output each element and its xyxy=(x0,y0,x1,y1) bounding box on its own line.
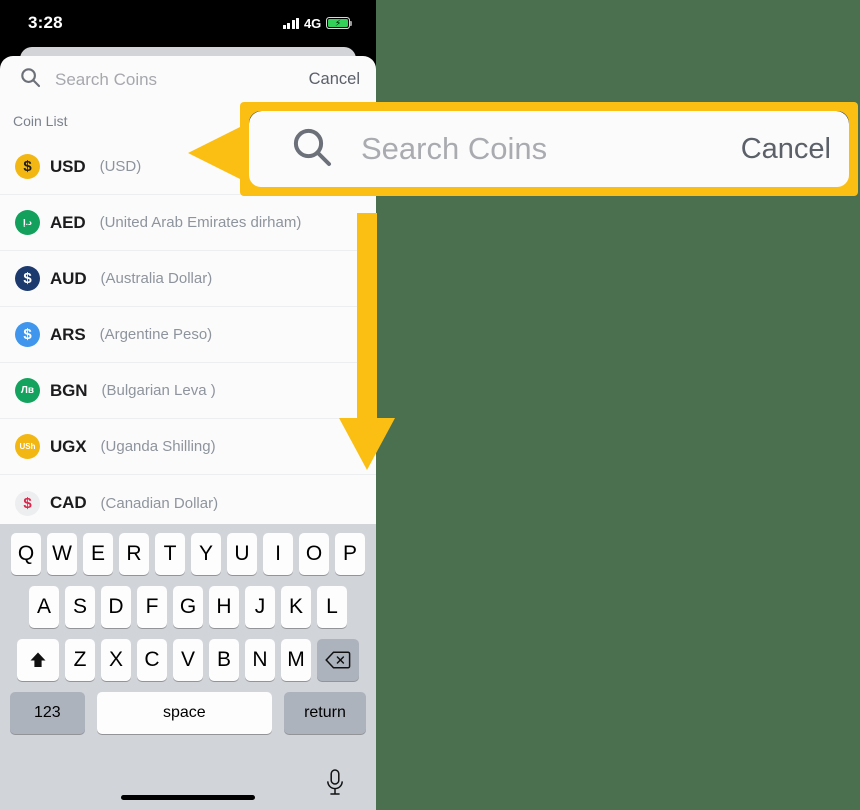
coin-name: (Uganda Shilling) xyxy=(100,438,216,455)
key-j[interactable]: J xyxy=(245,586,275,628)
coin-ticker: AUD xyxy=(50,268,87,288)
coin-symbol: USh xyxy=(19,441,36,451)
key-x[interactable]: X xyxy=(101,639,131,681)
coin-symbol: Лв xyxy=(20,384,35,396)
coin-name: (Australia Dollar) xyxy=(100,270,213,287)
keyboard-row-1: Q W E R T Y U I O P xyxy=(0,533,376,575)
key-d[interactable]: D xyxy=(101,586,131,628)
key-s[interactable]: S xyxy=(65,586,95,628)
coin-list-item-cad[interactable]: $ CAD (Canadian Dollar) xyxy=(0,475,376,531)
key-f[interactable]: F xyxy=(137,586,167,628)
status-bar-clock: 3:28 xyxy=(28,13,63,32)
key-l[interactable]: L xyxy=(317,586,347,628)
coin-list-item-aed[interactable]: د.إ AED (United Arab Emirates dirham) xyxy=(0,195,376,251)
backspace-delete-icon[interactable] xyxy=(317,639,359,681)
search-icon xyxy=(291,126,333,173)
key-i[interactable]: I xyxy=(263,533,293,575)
key-r[interactable]: R xyxy=(119,533,149,575)
keyboard-row-4: 123 space return xyxy=(0,692,376,734)
coin-badge-ugx: USh xyxy=(15,434,40,459)
key-b[interactable]: B xyxy=(209,639,239,681)
coin-ticker: AED xyxy=(50,212,86,232)
coin-symbol: $ xyxy=(23,158,32,175)
callout-search-placeholder: Search Coins xyxy=(361,131,548,166)
coin-ticker: BGN xyxy=(50,380,88,400)
keyboard-row-2: A S D F G H J K L xyxy=(0,586,376,628)
key-n[interactable]: N xyxy=(245,639,275,681)
coin-ticker: CAD xyxy=(50,493,87,512)
key-z[interactable]: Z xyxy=(65,639,95,681)
key-g[interactable]: G xyxy=(173,586,203,628)
coin-list-item-bgn[interactable]: Лв BGN (Bulgarian Leva ) xyxy=(0,363,376,419)
key-y[interactable]: Y xyxy=(191,533,221,575)
key-c[interactable]: C xyxy=(137,639,167,681)
coin-list-item-aud[interactable]: $ AUD (Australia Dollar) xyxy=(0,251,376,307)
shift-up-arrow-icon[interactable] xyxy=(17,639,59,681)
key-k[interactable]: K xyxy=(281,586,311,628)
coin-name: (Canadian Dollar) xyxy=(100,494,219,512)
coin-badge-usd: $ xyxy=(15,154,40,179)
callout-corner-mask-right xyxy=(831,111,849,129)
battery-charging-icon: ⚡ xyxy=(326,17,353,29)
coin-list: $ USD (USD) د.إ AED (United Arab Emirate… xyxy=(0,139,376,531)
search-input[interactable] xyxy=(55,69,293,90)
coin-symbol: $ xyxy=(23,270,32,287)
space-key[interactable]: space xyxy=(96,692,272,734)
callout-corner-mask-left xyxy=(249,111,267,129)
microphone-icon[interactable] xyxy=(324,768,346,803)
key-w[interactable]: W xyxy=(47,533,77,575)
numbers-key[interactable]: 123 xyxy=(10,692,85,734)
coin-list-item-ugx[interactable]: USh UGX (Uganda Shilling) xyxy=(0,419,376,475)
coin-symbol: د.إ xyxy=(22,217,33,227)
coin-ticker: USD xyxy=(50,156,86,176)
key-t[interactable]: T xyxy=(155,533,185,575)
coin-badge-aed: د.إ xyxy=(15,210,40,235)
key-u[interactable]: U xyxy=(227,533,257,575)
callout-cancel-label: Cancel xyxy=(740,132,831,165)
coin-badge-aud: $ xyxy=(15,266,40,291)
coin-ticker: UGX xyxy=(50,436,87,456)
key-m[interactable]: M xyxy=(281,639,311,681)
key-a[interactable]: A xyxy=(29,586,59,628)
key-q[interactable]: Q xyxy=(11,533,41,575)
callout-panel: Search Coins Cancel xyxy=(249,111,849,187)
coin-name: (Argentine Peso) xyxy=(99,326,213,343)
coin-ticker: ARS xyxy=(50,324,86,344)
key-p[interactable]: P xyxy=(335,533,365,575)
coin-symbol: $ xyxy=(23,494,32,512)
coin-name: (United Arab Emirates dirham) xyxy=(99,214,302,231)
coin-name: (USD) xyxy=(99,158,142,175)
status-bar-indicators: 4G ⚡ xyxy=(282,15,353,31)
key-v[interactable]: V xyxy=(173,639,203,681)
onscreen-keyboard: Q W E R T Y U I O P A S D F G H J K L Z xyxy=(0,524,376,810)
coin-name: (Bulgarian Leva ) xyxy=(101,382,216,399)
signal-bars-icon xyxy=(282,17,300,29)
coin-badge-bgn: Лв xyxy=(15,378,40,403)
down-arrow xyxy=(339,213,395,470)
home-indicator xyxy=(121,795,255,800)
cancel-button[interactable]: Cancel xyxy=(307,70,362,89)
key-o[interactable]: O xyxy=(299,533,329,575)
coin-badge-ars: $ xyxy=(15,322,40,347)
key-h[interactable]: H xyxy=(209,586,239,628)
coin-list-item-ars[interactable]: $ ARS (Argentine Peso) xyxy=(0,307,376,363)
search-icon xyxy=(20,67,41,93)
left-pointer-triangle xyxy=(188,126,242,180)
coin-symbol: $ xyxy=(23,326,32,343)
network-type-label: 4G xyxy=(304,15,321,31)
keyboard-row-3: Z X C V B N M xyxy=(0,639,376,681)
key-e[interactable]: E xyxy=(83,533,113,575)
coin-badge-cad: $ xyxy=(15,490,40,516)
search-bar: Cancel xyxy=(0,56,376,103)
search-bar-callout: Search Coins Cancel xyxy=(240,102,858,196)
return-key[interactable]: return xyxy=(283,692,366,734)
status-bar: 3:28 4G ⚡ xyxy=(0,0,376,46)
